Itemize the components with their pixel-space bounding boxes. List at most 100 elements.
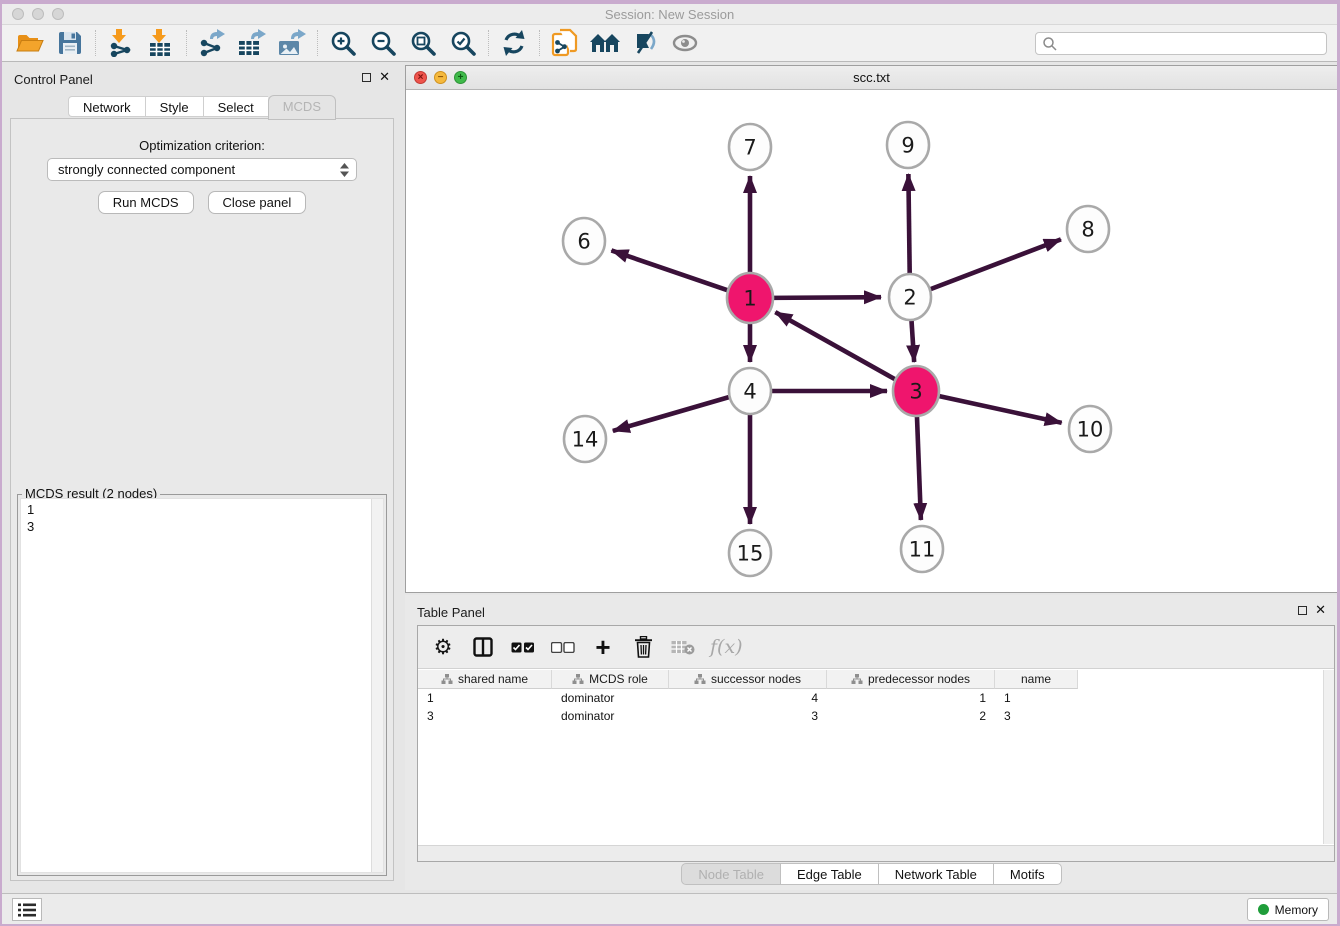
edge-2-9[interactable] [908, 174, 909, 275]
optimization-dropdown[interactable]: strongly connected component [47, 158, 357, 181]
tab-select[interactable]: Select [203, 96, 268, 117]
node-3[interactable]: 3 [893, 366, 939, 416]
search-box[interactable] [1035, 32, 1327, 55]
node-11[interactable]: 11 [901, 526, 943, 572]
network-graph[interactable]: 7 9 6 8 1 2 4 3 14 10 15 11 [406, 90, 1337, 592]
table-export-icon[interactable] [232, 27, 272, 59]
column-header-successor-nodes[interactable]: successor nodes [669, 670, 827, 689]
node-14[interactable]: 14 [564, 416, 606, 462]
window-title: Session: New Session [2, 7, 1337, 22]
column-header-shared-name[interactable]: shared name [418, 670, 552, 689]
edge-3-11[interactable] [917, 413, 921, 520]
table-cell[interactable]: 1 [827, 689, 995, 707]
edge-2-3[interactable] [911, 319, 914, 362]
image-export-icon[interactable] [272, 27, 312, 59]
network-export-icon[interactable] [192, 27, 232, 59]
toolbar-separator [186, 30, 187, 56]
documents-share-icon[interactable] [545, 27, 585, 59]
column-header-name[interactable]: name [995, 670, 1078, 689]
table-cell[interactable]: 4 [669, 689, 827, 707]
node-4[interactable]: 4 [729, 368, 771, 414]
zoom-in-icon[interactable] [323, 27, 363, 59]
close-panel-icon[interactable]: ✕ [379, 72, 390, 82]
select-all-columns-icon[interactable] [510, 633, 536, 661]
tab-node-table[interactable]: Node Table [681, 863, 780, 885]
tag-slash-icon[interactable] [625, 27, 665, 59]
node-2[interactable]: 2 [889, 274, 931, 320]
add-column-icon[interactable]: + [590, 633, 616, 661]
edge-4-14[interactable] [613, 397, 729, 431]
memory-button[interactable]: Memory [1247, 898, 1329, 921]
save-floppy-icon[interactable] [50, 27, 90, 59]
edge-1-6[interactable] [611, 250, 729, 290]
result-scrollbar[interactable] [371, 499, 383, 872]
node-10[interactable]: 10 [1069, 406, 1111, 452]
edge-2-8[interactable] [931, 239, 1061, 289]
node-label: 3 [909, 380, 922, 404]
float-panel-icon[interactable] [362, 73, 371, 82]
network-view-window: × − + scc.txt 7968124314101511 [405, 65, 1338, 593]
table-tabs: Node TableEdge TableNetwork TableMotifs [405, 863, 1338, 885]
node-label: 4 [743, 380, 756, 404]
table-cell[interactable]: dominator [552, 707, 669, 725]
table-row[interactable]: 3dominator323 [418, 707, 1323, 725]
edge-3-10[interactable] [937, 396, 1061, 423]
table-cell[interactable]: 3 [995, 707, 1078, 725]
eye-icon[interactable] [665, 27, 705, 59]
table-cell[interactable]: 3 [669, 707, 827, 725]
zoom-out-icon[interactable] [363, 27, 403, 59]
trash-icon[interactable] [630, 633, 656, 661]
node-1[interactable]: 1 [727, 273, 773, 323]
node-label: 11 [909, 538, 936, 562]
table-cell[interactable]: 2 [827, 707, 995, 725]
gear-icon[interactable]: ⚙ [430, 633, 456, 661]
run-mcds-button[interactable]: Run MCDS [98, 191, 194, 214]
search-input[interactable] [1058, 33, 1326, 54]
column-header-MCDS-role[interactable]: MCDS role [552, 670, 669, 689]
node-9[interactable]: 9 [887, 122, 929, 168]
network-view-title: scc.txt [406, 70, 1337, 85]
tab-edge-table[interactable]: Edge Table [780, 863, 878, 885]
tab-motifs[interactable]: Motifs [993, 863, 1062, 885]
node-8[interactable]: 8 [1067, 206, 1109, 252]
float-table-panel-icon[interactable] [1298, 606, 1307, 615]
task-history-button[interactable] [12, 898, 42, 921]
table-cell[interactable]: dominator [552, 689, 669, 707]
node-label: 9 [901, 134, 914, 158]
table-import-icon[interactable] [141, 27, 181, 59]
titlebar: Session: New Session [2, 4, 1337, 25]
refresh-icon[interactable] [494, 27, 534, 59]
control-panel-tabs: NetworkStyleSelectMCDS [2, 96, 402, 118]
houses-icon[interactable] [585, 27, 625, 59]
hierarchy-icon [572, 673, 584, 685]
tab-mcds[interactable]: MCDS [268, 95, 336, 120]
network-import-icon[interactable] [101, 27, 141, 59]
table-horizontal-scrollbar[interactable] [418, 845, 1334, 861]
open-folder-icon[interactable] [10, 27, 50, 59]
close-table-panel-icon[interactable]: ✕ [1315, 605, 1326, 615]
function-builder-icon: f(x) [710, 633, 743, 661]
column-label: shared name [458, 672, 528, 686]
zoom-fit-icon[interactable] [403, 27, 443, 59]
node-label: 8 [1081, 218, 1094, 242]
table-cell[interactable]: 3 [418, 707, 552, 725]
node-6[interactable]: 6 [563, 218, 605, 264]
main-toolbar [2, 25, 1337, 62]
zoom-selected-icon[interactable] [443, 27, 483, 59]
column-layout-icon[interactable] [470, 633, 496, 661]
node-7[interactable]: 7 [729, 124, 771, 170]
edge-1-2[interactable] [772, 297, 881, 298]
unselect-all-columns-icon[interactable] [550, 633, 576, 661]
tab-style[interactable]: Style [145, 96, 203, 117]
node-15[interactable]: 15 [729, 530, 771, 576]
tab-network-table[interactable]: Network Table [878, 863, 993, 885]
table-vertical-scrollbar[interactable] [1323, 670, 1334, 844]
edge-3-1[interactable] [775, 312, 897, 380]
table-row[interactable]: 1dominator411 [418, 689, 1323, 707]
list-icon [18, 903, 36, 917]
tab-network[interactable]: Network [68, 96, 145, 117]
table-cell[interactable]: 1 [995, 689, 1078, 707]
table-cell[interactable]: 1 [418, 689, 552, 707]
column-header-predecessor-nodes[interactable]: predecessor nodes [827, 670, 995, 689]
close-panel-button[interactable]: Close panel [208, 191, 307, 214]
